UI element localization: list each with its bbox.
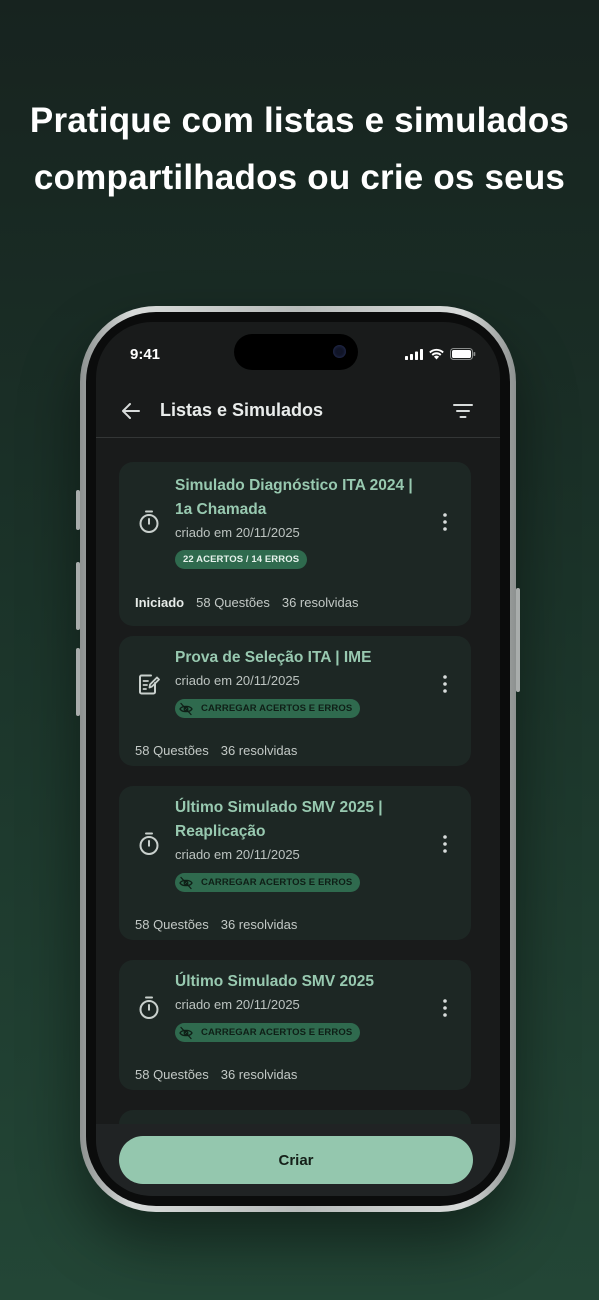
back-button[interactable]: [118, 398, 144, 424]
bottom-action-bar: Criar: [96, 1124, 500, 1196]
dynamic-island: [234, 334, 358, 370]
more-vertical-icon: [443, 835, 447, 853]
phone-screen: 9:41 Listas e Simulados Simulado Diagnós…: [96, 322, 500, 1196]
page-title: Listas e Simulados: [160, 400, 324, 420]
filter-button[interactable]: [450, 398, 476, 424]
card-date: criado em 20/11/2025: [175, 525, 300, 540]
list-card[interactable]: Prova de Seleção ITA | IME criado em 20/…: [119, 636, 471, 766]
card-title: Simulado Diagnóstico ITA 2024 | 1a Chama…: [175, 474, 435, 522]
phone-volume-down-button: [76, 648, 80, 716]
card-title-line-2: 1a Chamada: [175, 501, 267, 518]
create-button[interactable]: Criar: [119, 1136, 473, 1184]
card-title-line-1: Simulado Diagnóstico ITA 2024 |: [175, 477, 413, 494]
more-options-button[interactable]: [435, 510, 455, 534]
more-vertical-icon: [443, 513, 447, 531]
card-status: Iniciado: [135, 595, 185, 610]
load-results-button[interactable]: CARREGAR ACERTOS E ERROS: [175, 699, 361, 718]
more-vertical-icon: [443, 999, 447, 1017]
card-title-line-1: Prova de Seleção ITA | IME: [175, 649, 372, 666]
card-questions: 58 Questões: [196, 595, 270, 610]
filter-icon: [453, 404, 473, 418]
card-footer: 58 Questões 36 resolvidas: [135, 743, 297, 758]
phone-power-button: [516, 588, 520, 692]
more-options-button[interactable]: [435, 672, 455, 696]
card-date: criado em 20/11/2025: [175, 997, 300, 1012]
headline: Pratique com listas e simulados comparti…: [0, 92, 599, 206]
arrow-left-icon: [122, 403, 140, 419]
more-options-button[interactable]: [435, 832, 455, 856]
card-resolved: 36 resolvidas: [220, 743, 298, 758]
headline-line-2: compartilhados ou crie os seus: [33, 158, 566, 197]
eye-off-icon: [179, 702, 193, 716]
card-title: Último Simulado SMV 2025 | Reaplicação: [175, 796, 435, 844]
stopwatch-icon: [137, 996, 161, 1020]
status-bar: 9:41: [96, 322, 500, 382]
card-date: criado em 20/11/2025: [175, 673, 300, 688]
card-title-line-1: Último Simulado SMV 2025: [175, 973, 374, 990]
phone-action-button: [76, 490, 80, 530]
eye-off-icon: [179, 1026, 193, 1040]
app-bar: Listas e Simulados: [96, 392, 500, 438]
edit-document-icon: [137, 672, 161, 696]
status-icons: [405, 348, 476, 360]
list-card[interactable]: Simulado Diagnóstico ITA 2024 | 1a Chama…: [119, 462, 471, 626]
eye-off-icon: [179, 876, 193, 890]
card-resolved: 36 resolvidas: [220, 1067, 298, 1082]
load-results-label: CARREGAR ACERTOS E ERROS: [201, 703, 353, 714]
more-vertical-icon: [443, 675, 447, 693]
card-footer: 58 Questões 36 resolvidas: [135, 1067, 297, 1082]
more-options-button[interactable]: [435, 996, 455, 1020]
load-results-button[interactable]: CARREGAR ACERTOS E ERROS: [175, 1023, 361, 1042]
card-title: Prova de Seleção ITA | IME: [175, 646, 435, 670]
stopwatch-icon: [137, 510, 161, 534]
battery-icon: [450, 348, 476, 360]
card-questions: 58 Questões: [135, 917, 209, 932]
status-time: 9:41: [130, 346, 161, 363]
phone-volume-up-button: [76, 562, 80, 630]
card-title: Último Simulado SMV 2025: [175, 970, 435, 994]
list-card[interactable]: Último Simulado SMV 2025 criado em 20/11…: [119, 960, 471, 1090]
cellular-signal-icon: [405, 348, 423, 360]
stopwatch-icon: [137, 832, 161, 856]
card-resolved: 36 resolvidas: [281, 595, 359, 610]
score-badge: 22 ACERTOS / 14 ERROS: [175, 550, 308, 569]
card-title-line-2: Reaplicação: [175, 823, 266, 840]
camera-icon: [333, 345, 346, 358]
card-resolved: 36 resolvidas: [220, 917, 298, 932]
card-date: criado em 20/11/2025: [175, 847, 300, 862]
card-questions: 58 Questões: [135, 1067, 209, 1082]
load-results-button[interactable]: CARREGAR ACERTOS E ERROS: [175, 873, 361, 892]
card-footer: Iniciado 58 Questões 36 resolvidas: [135, 595, 358, 610]
card-title-line-1: Último Simulado SMV 2025 |: [175, 799, 383, 816]
wifi-icon: [429, 348, 444, 360]
list-card[interactable]: Último Simulado SMV 2025 | Reaplicação c…: [119, 786, 471, 940]
load-results-label: CARREGAR ACERTOS E ERROS: [201, 877, 353, 888]
card-footer: 58 Questões 36 resolvidas: [135, 917, 297, 932]
headline-line-1: Pratique com listas e simulados: [29, 101, 570, 140]
card-questions: 58 Questões: [135, 743, 209, 758]
load-results-label: CARREGAR ACERTOS E ERROS: [201, 1027, 353, 1038]
